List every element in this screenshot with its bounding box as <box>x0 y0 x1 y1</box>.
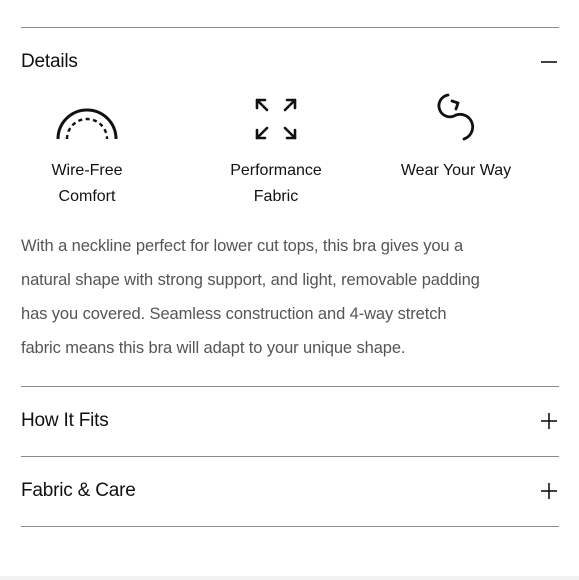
fabric-care-accordion-header[interactable]: Fabric & Care <box>21 474 559 508</box>
description-line: natural shape with strong support, and l… <box>21 271 480 289</box>
feature-wire-free: Wire-Free Comfort <box>7 92 167 210</box>
how-it-fits-accordion-header[interactable]: How It Fits <box>21 404 559 438</box>
arc-icon <box>7 92 167 146</box>
description-line: fabric means this bra will adapt to your… <box>21 339 406 357</box>
divider <box>21 526 559 527</box>
divider <box>21 456 559 457</box>
feature-wear-your-way: Wear Your Way <box>376 92 536 184</box>
description-line: With a neckline perfect for lower cut to… <box>21 237 464 255</box>
feature-performance-fabric: Performance Fabric <box>196 92 356 210</box>
feature-label-line2: Fabric <box>253 188 299 205</box>
feature-label-line1: Wire-Free <box>51 162 123 179</box>
divider <box>21 27 559 28</box>
plus-icon[interactable] <box>539 481 559 501</box>
feature-icons-row: Wire-Free Comfort Performance Fabric Wea… <box>21 92 559 212</box>
page-footer-band <box>0 576 579 580</box>
details-title: Details <box>21 51 78 72</box>
expand-arrows-icon <box>196 92 356 146</box>
description-line: has you covered. Seamless construction a… <box>21 305 447 323</box>
details-accordion-header[interactable]: Details <box>21 45 559 79</box>
feature-label-line1: Performance <box>230 162 322 179</box>
details-description: With a neckline perfect for lower cut to… <box>21 229 531 365</box>
plus-icon[interactable] <box>539 411 559 431</box>
how-it-fits-title: How It Fits <box>21 410 109 431</box>
fabric-care-title: Fabric & Care <box>21 480 136 501</box>
feature-label-line1: Wear Your Way <box>400 162 512 179</box>
minus-icon[interactable] <box>539 52 559 72</box>
feature-label-line2: Comfort <box>58 188 116 205</box>
divider <box>21 386 559 387</box>
infinity-loop-icon <box>376 92 536 146</box>
